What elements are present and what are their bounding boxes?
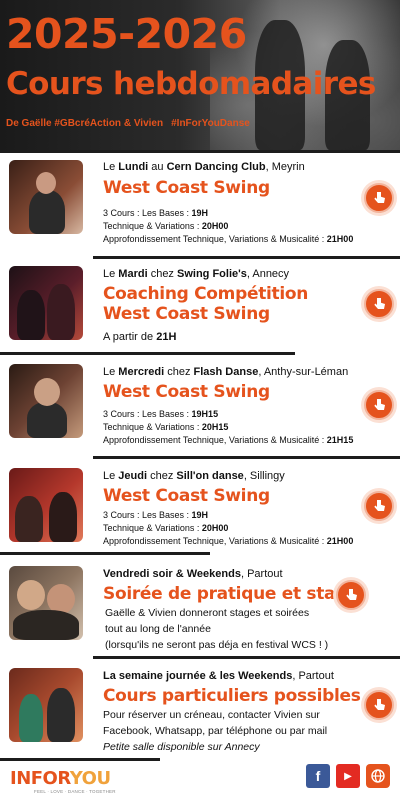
youtube-icon[interactable]: ▶: [336, 764, 360, 788]
day-location: Le Lundi au Cern Dancing Club, Meyrin: [103, 161, 305, 173]
facebook-icon[interactable]: f: [306, 764, 330, 788]
divider: [0, 758, 160, 761]
hashtag: #InForYouDanse: [171, 118, 250, 129]
description-line: Petite salle disponible sur Annecy: [103, 741, 260, 753]
course-title: West Coast Swing: [103, 382, 270, 402]
course-title: Cours particuliers possibles: [103, 686, 361, 706]
header-banner: 2025-2026 Cours hebdomadaires De Gaëlle …: [0, 0, 400, 150]
course-title: West Coast Swing: [103, 178, 270, 198]
day-location: Le Mardi chez Swing Folie's, Annecy: [103, 268, 290, 280]
description-line: (lorsqu'ils ne seront pas déja en festiv…: [105, 639, 329, 651]
tap-icon: [374, 192, 385, 203]
tap-icon: [374, 699, 385, 710]
day-location: Le Mercredi chez Flash Danse, Anthy-sur-…: [103, 366, 349, 378]
divider: [93, 456, 400, 459]
tap-icon: [374, 399, 385, 410]
course-title: West Coast Swing: [103, 486, 270, 506]
tap-icon: [346, 589, 357, 600]
start-time: A partir de 21H: [103, 331, 177, 343]
divider: [0, 552, 210, 555]
instructor-photo: [9, 566, 83, 640]
byline-text: De Gaëlle #GBcréAction & Vivien: [6, 118, 164, 129]
schedule-line: Technique & Variations : 20H00: [103, 221, 229, 231]
season-title: 2025-2026: [6, 10, 247, 58]
byline: De Gaëlle #GBcréAction & Vivien #InForYou…: [6, 118, 396, 129]
tap-button[interactable]: [364, 690, 394, 720]
day-location: Le Jeudi chez Sill'on danse, Sillingy: [103, 470, 285, 482]
instructor-photo: [9, 364, 83, 438]
schedule-line: Approfondissement Technique, Variations …: [103, 435, 354, 445]
schedule-line: Approfondissement Technique, Variations …: [103, 536, 354, 546]
schedule-line: 3 Cours : Les Bases : 19H: [103, 510, 209, 520]
schedule-line: Technique & Variations : 20H15: [103, 422, 229, 432]
day-location: Vendredi soir & Weekends, Partout: [103, 568, 283, 580]
instructor-photo: [9, 266, 83, 340]
tap-icon: [374, 500, 385, 511]
description-line: Pour réserver un créneau, contacter Vivi…: [103, 709, 320, 721]
schedule-line: Technique & Variations : 20H00: [103, 523, 229, 533]
divider: [0, 352, 295, 355]
instructor-photo: [9, 468, 83, 542]
description-line: Facebook, Whatsapp, par téléphone ou par…: [103, 725, 328, 737]
globe-icon[interactable]: [366, 764, 390, 788]
day-location: La semaine journée & les Weekends, Parto…: [103, 670, 334, 682]
tap-button[interactable]: [364, 183, 394, 213]
schedule-line: 3 Cours : Les Bases : 19H: [103, 208, 209, 218]
tap-button[interactable]: [364, 491, 394, 521]
tap-button[interactable]: [364, 390, 394, 420]
course-subtitle: West Coast Swing: [103, 304, 270, 324]
instructor-photo: [9, 668, 83, 742]
divider: [93, 656, 400, 659]
brand-logo[interactable]: INFORYOU FEEL · LOVE · DANCE · TOGETHER: [10, 768, 140, 796]
divider: [0, 150, 400, 153]
schedule-line: 3 Cours : Les Bases : 19H15: [103, 409, 219, 419]
page-title: Cours hebdomadaires: [6, 66, 376, 102]
tap-button[interactable]: [336, 580, 366, 610]
description-line: tout au long de l'année: [105, 623, 211, 635]
course-title: Soirée de pratique et stages: [103, 584, 369, 604]
tap-button[interactable]: [364, 289, 394, 319]
description-line: Gaëlle & Vivien donneront stages et soir…: [105, 607, 310, 619]
schedule-line: Approfondissement Technique, Variations …: [103, 234, 354, 244]
course-title: Coaching Compétition: [103, 284, 309, 304]
tap-icon: [374, 298, 385, 309]
divider: [93, 256, 400, 259]
instructor-photo: [9, 160, 83, 234]
